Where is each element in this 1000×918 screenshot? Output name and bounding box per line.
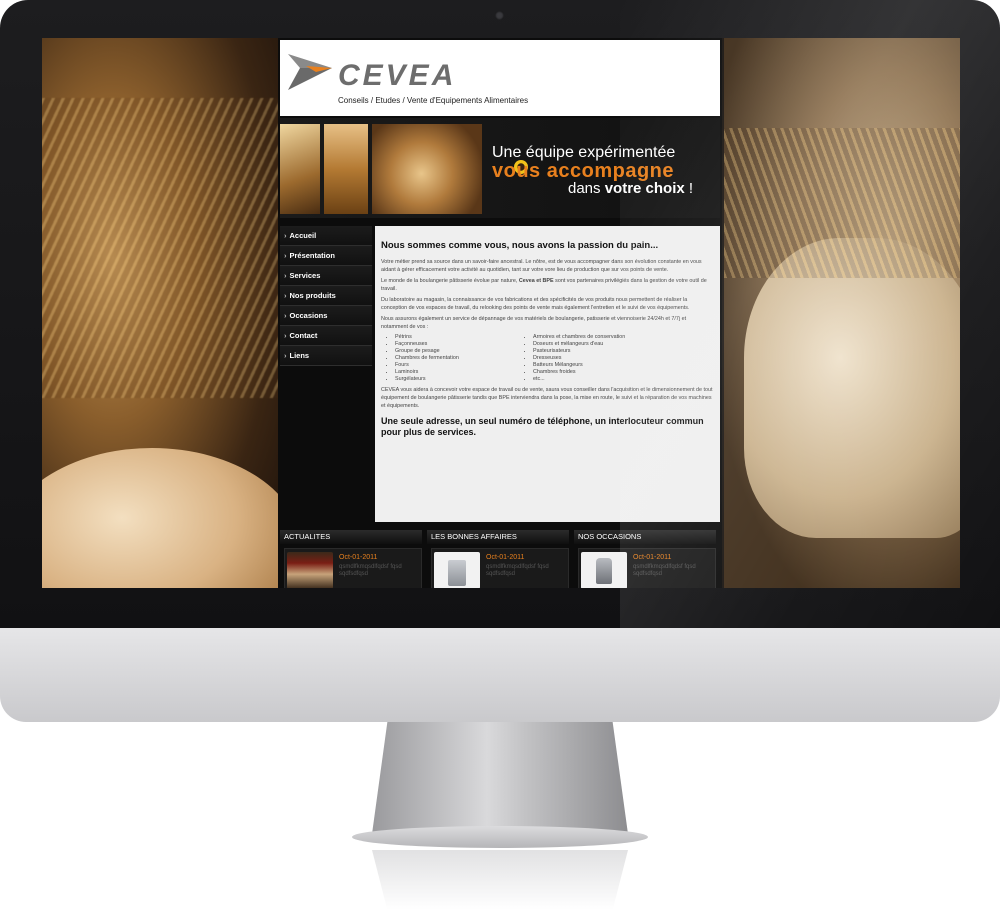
news-column-occasions: NOS OCCASIONS Oct-01-2011 qsmdlfkmqsdlfq… xyxy=(574,530,716,588)
nav-item-label: Services xyxy=(289,271,321,280)
list-item: Chambres de fermentation xyxy=(395,355,519,362)
chevron-right-icon: › xyxy=(284,251,287,260)
site-container: CEVEA Conseils / Etudes / Vente d'Equipe… xyxy=(278,38,722,588)
paragraph-text: Le monde de la boulangerie pâtisserie év… xyxy=(381,278,519,284)
list-item: Façonneuses xyxy=(395,341,519,348)
hero-banner: Une équipe expérimentée vous accompagne … xyxy=(280,118,720,218)
nav-item-label: Occasions xyxy=(289,311,328,320)
column-title[interactable]: ACTUALITES xyxy=(280,530,422,544)
nav-item-label: Accueil xyxy=(289,231,317,240)
content-paragraph: Du laboratoire au magasin, la connaissan… xyxy=(381,297,690,311)
content-paragraph: Nous assurons également un service de dé… xyxy=(381,316,687,330)
nav-item-label: Contact xyxy=(289,331,318,340)
chevron-right-icon: › xyxy=(284,271,287,280)
nav-item-services[interactable]: › Services xyxy=(280,266,372,286)
nav-item-label: Liens xyxy=(289,351,310,360)
content-heading: Nous sommes comme vous, nous avons la pa… xyxy=(381,240,659,251)
nav-item-produits[interactable]: › Nos produits xyxy=(280,286,372,306)
site-tagline: Conseils / Etudes / Vente d'Equipements … xyxy=(338,96,529,105)
bread-photo xyxy=(280,124,320,214)
card-date: Oct-01-2011 xyxy=(339,554,378,561)
main-content: Nous sommes comme vous, nous avons la pa… xyxy=(375,226,720,522)
oven-thumbnail[interactable] xyxy=(434,552,480,588)
news-column-bonnes-affaires: LES BONNES AFFAIRES Oct-01-2011 qsmdlfkm… xyxy=(427,530,569,588)
chevron-right-icon: › xyxy=(284,351,287,360)
list-item: Groupe de pesage xyxy=(395,348,519,355)
list-item: Fours xyxy=(395,362,519,369)
list-item: Doseurs et mélangeurs d'eau xyxy=(533,341,657,348)
mixer-thumbnail[interactable] xyxy=(581,552,627,588)
list-item: Dresseuses xyxy=(533,355,657,362)
nav-item-occasions[interactable]: › Occasions xyxy=(280,306,372,326)
news-column-actualites: ACTUALITES Oct-01-2011 qsmdlfkmqsdlfqdsf… xyxy=(280,530,422,588)
list-item: Batteurs Mélangeurs xyxy=(533,362,657,369)
nav-item-accueil[interactable]: › Accueil xyxy=(280,226,372,246)
news-card[interactable]: Oct-01-2011 qsmdlfkmqsdlfqdsf fqsd sqdfs… xyxy=(431,548,569,588)
banner-subline-prefix: dans xyxy=(568,180,605,197)
card-text: qsmdlfkmqsdlfqdsf fqsd sqdfsdfqsd xyxy=(633,564,696,577)
list-item: Armoires et chambres de conservation xyxy=(533,334,657,341)
content-paragraph: Votre métier prend sa source dans un sav… xyxy=(381,259,702,273)
equipment-list-right: Armoires et chambres de conservation Dos… xyxy=(519,334,657,383)
chevron-right-icon: › xyxy=(284,231,287,240)
chevron-right-icon: › xyxy=(284,331,287,340)
chevron-right-icon: › xyxy=(284,311,287,320)
content-paragraph: CEVEA vous aidera à concevoir votre espa… xyxy=(381,387,713,409)
logo-arrow-icon[interactable] xyxy=(286,52,334,92)
chevron-right-icon: › xyxy=(284,291,287,300)
nav-item-liens[interactable]: › Liens xyxy=(280,346,372,366)
list-item: Chambres froides xyxy=(533,369,657,376)
monitor-stand xyxy=(372,722,628,834)
website-screen: CEVEA Conseils / Etudes / Vente d'Equipe… xyxy=(42,38,960,588)
monitor-stand-base xyxy=(352,826,648,848)
stand-reflection xyxy=(372,850,628,910)
card-text: qsmdlfkmqsdlfqdsf fqsd sqdfsdfqsd xyxy=(339,564,402,577)
banner-subline-bold: votre choix xyxy=(604,180,685,197)
bottom-news-strip: ACTUALITES Oct-01-2011 qsmdlfkmqsdlfqdsf… xyxy=(280,530,720,588)
banner-subline: dans votre choix ! xyxy=(568,180,693,197)
card-date: Oct-01-2011 xyxy=(486,554,525,561)
list-item: Pétrins xyxy=(395,334,519,341)
monitor-chin xyxy=(0,628,1000,722)
list-item: etc... xyxy=(533,376,657,383)
equipment-list-left: Pétrins Façonneuses Groupe de pesage Cha… xyxy=(381,334,519,383)
news-card[interactable]: Oct-01-2011 qsmdlfkmqsdlfqdsf fqsd sqdfs… xyxy=(284,548,422,588)
wheat-background-image xyxy=(42,38,302,588)
nav-item-label: Nos produits xyxy=(289,291,336,300)
nav-item-contact[interactable]: › Contact xyxy=(280,326,372,346)
bread-basket-photo xyxy=(372,124,528,214)
equipment-lists: Pétrins Façonneuses Groupe de pesage Cha… xyxy=(381,334,714,383)
card-text: qsmdlfkmqsdlfqdsf fqsd sqdfsdfqsd xyxy=(486,564,549,577)
closing-statement: Une seule adresse, un seul numéro de tél… xyxy=(381,416,704,437)
list-item: Laminoirs xyxy=(395,369,519,376)
camera-icon xyxy=(495,11,504,20)
banner-subline-suffix: ! xyxy=(684,180,694,197)
shop-thumbnail[interactable] xyxy=(287,552,333,588)
list-item: Surgélateurs xyxy=(395,376,519,383)
site-header: CEVEA Conseils / Etudes / Vente d'Equipe… xyxy=(280,40,720,116)
croissant-photo xyxy=(324,124,368,214)
list-item: Pasteurisateurs xyxy=(533,348,657,355)
nav-item-label: Présentation xyxy=(289,251,335,260)
column-title[interactable]: NOS OCCASIONS xyxy=(574,530,716,544)
flour-sack-background-image xyxy=(724,38,960,588)
logo-text[interactable]: CEVEA xyxy=(338,59,456,93)
card-date: Oct-01-2011 xyxy=(633,554,672,561)
content-paragraph: Le monde de la boulangerie pâtisserie év… xyxy=(381,277,714,293)
nav-item-presentation[interactable]: › Présentation xyxy=(280,246,372,266)
column-title[interactable]: LES BONNES AFFAIRES xyxy=(427,530,569,544)
news-card[interactable]: Oct-01-2011 qsmdlfkmqsdlfqdsf fqsd sqdfs… xyxy=(578,548,716,588)
paragraph-bold: Cevea et BPE xyxy=(518,278,554,284)
main-nav: › Accueil › Présentation › Services › Nos pr… xyxy=(280,226,372,366)
